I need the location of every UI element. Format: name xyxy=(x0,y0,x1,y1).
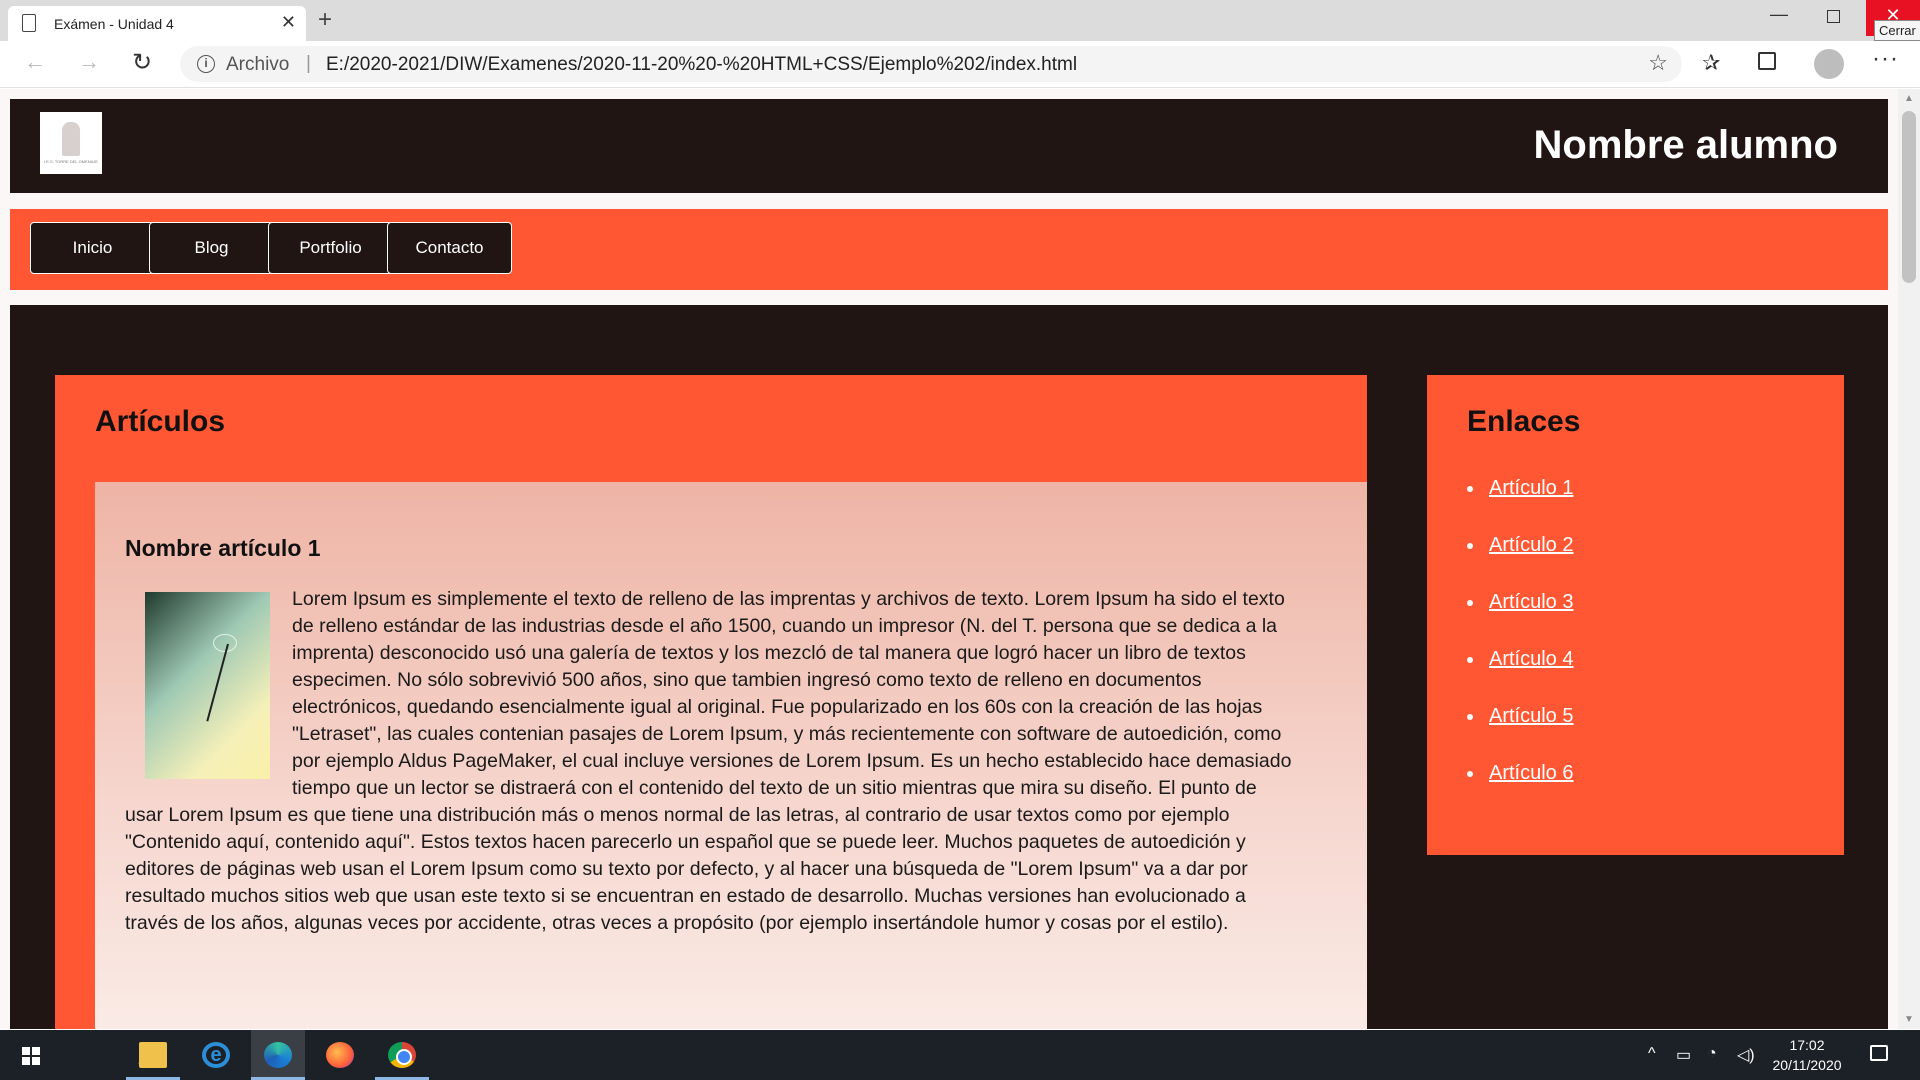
internet-explorer-button[interactable]: e xyxy=(189,1030,243,1080)
browser-tab[interactable]: Exámen - Unidad 4 ✕ xyxy=(8,6,306,41)
link-item: Artículo 1 xyxy=(1467,477,1573,534)
link-articulo-6[interactable]: Artículo 6 xyxy=(1489,762,1573,784)
site-nav: Inicio Blog Portfolio Contacto xyxy=(10,209,1888,290)
collections-icon[interactable] xyxy=(1758,52,1776,70)
article-body: Lorem Ipsum es simplemente el texto de r… xyxy=(125,586,1292,937)
site-header: I.E.S. TORRE DEL OMENAJE Nombre alumno xyxy=(10,99,1888,193)
link-articulo-2[interactable]: Artículo 2 xyxy=(1489,534,1573,556)
stem-shape xyxy=(206,643,229,722)
scroll-down-icon[interactable]: ▼ xyxy=(1904,1014,1914,1025)
logo-caption: I.E.S. TORRE DEL OMENAJE xyxy=(44,159,98,164)
page-viewport: I.E.S. TORRE DEL OMENAJE Nombre alumno I… xyxy=(0,89,1898,1029)
site-title: Nombre alumno xyxy=(1533,123,1838,167)
links-section: Enlaces Artículo 1 Artículo 2 Artículo 3… xyxy=(1427,375,1844,855)
file-explorer-button[interactable] xyxy=(126,1030,180,1080)
link-articulo-4[interactable]: Artículo 4 xyxy=(1489,648,1573,670)
restore-icon[interactable] xyxy=(1827,10,1840,23)
windows-taskbar: e ^ ▭ ◔ ◁) 17:02 20/11/2020 xyxy=(0,1030,1920,1080)
link-item: Artículo 5 xyxy=(1467,705,1573,762)
notification-icon[interactable] xyxy=(1870,1045,1888,1061)
search-button[interactable] xyxy=(62,1030,158,1080)
file-explorer-icon xyxy=(139,1042,167,1068)
nav-portfolio[interactable]: Portfolio xyxy=(268,222,393,274)
link-item: Artículo 4 xyxy=(1467,648,1573,705)
link-articulo-5[interactable]: Artículo 5 xyxy=(1489,705,1573,727)
start-icon xyxy=(22,1047,40,1065)
article-title: Nombre artículo 1 xyxy=(125,535,321,561)
scroll-up-icon[interactable]: ▲ xyxy=(1904,93,1914,104)
links-list: Artículo 1 Artículo 2 Artículo 3 Artícul… xyxy=(1467,477,1573,819)
system-clock[interactable]: 17:02 20/11/2020 xyxy=(1762,1035,1852,1075)
clock-date: 20/11/2020 xyxy=(1772,1057,1842,1073)
link-item: Artículo 3 xyxy=(1467,591,1573,648)
reload-icon[interactable]: ↻ xyxy=(132,48,152,77)
logo-figure xyxy=(62,122,80,156)
page-scrollbar[interactable]: ▲ ▼ xyxy=(1898,89,1920,1029)
main-content: Artículos Nombre artículo 1 Lorem Ipsum … xyxy=(10,305,1888,1029)
scroll-thumb[interactable] xyxy=(1902,111,1916,283)
browser-toolbar: ← → ↻ i Archivo | E:/2020-2021/DIW/Exame… xyxy=(0,41,1920,88)
nav-contacto[interactable]: Contacto xyxy=(387,222,512,274)
chrome-button[interactable] xyxy=(375,1030,429,1080)
links-heading: Enlaces xyxy=(1467,405,1581,438)
firefox-icon xyxy=(326,1042,354,1068)
volume-icon[interactable]: ◁) xyxy=(1737,1045,1755,1065)
internet-explorer-icon: e xyxy=(202,1042,230,1068)
more-icon[interactable]: ··· xyxy=(1872,45,1899,73)
chevron-up-icon[interactable]: ^ xyxy=(1648,1045,1656,1063)
nav-blog[interactable]: Blog xyxy=(149,222,274,274)
info-icon[interactable]: i xyxy=(197,55,215,73)
profile-icon[interactable] xyxy=(1814,49,1844,79)
link-articulo-1[interactable]: Artículo 1 xyxy=(1489,477,1573,499)
address-separator: | xyxy=(306,53,311,74)
close-tab-icon[interactable]: ✕ xyxy=(281,12,296,33)
firefox-button[interactable] xyxy=(313,1030,367,1080)
address-bar[interactable]: i Archivo | E:/2020-2021/DIW/Examenes/20… xyxy=(180,46,1682,82)
chrome-icon xyxy=(388,1042,416,1068)
article-card: Nombre artículo 1 Lorem Ipsum es simplem… xyxy=(95,482,1367,1029)
forward-icon[interactable]: → xyxy=(78,49,100,75)
favorites-icon[interactable]: ✰ xyxy=(1702,50,1720,76)
star-icon[interactable]: ☆ xyxy=(1648,50,1668,76)
wifi-icon[interactable]: ◔ xyxy=(1707,1045,1717,1063)
tab-title: Exámen - Unidad 4 xyxy=(54,16,174,32)
doc-icon xyxy=(22,14,36,32)
address-scheme-label: Archivo xyxy=(226,54,290,75)
new-tab-icon[interactable]: + xyxy=(318,6,332,34)
edge-icon xyxy=(264,1042,292,1068)
minimize-icon[interactable]: — xyxy=(1770,4,1788,25)
article-text: Lorem Ipsum es simplemente el texto de r… xyxy=(125,588,1292,934)
nav-inicio[interactable]: Inicio xyxy=(30,222,155,274)
edge-button[interactable] xyxy=(251,1030,305,1080)
articles-heading: Artículos xyxy=(95,405,226,438)
link-articulo-3[interactable]: Artículo 3 xyxy=(1489,591,1573,613)
battery-icon[interactable]: ▭ xyxy=(1676,1045,1691,1065)
logo[interactable]: I.E.S. TORRE DEL OMENAJE xyxy=(40,112,102,174)
dandelion-image xyxy=(145,592,270,779)
link-item: Artículo 6 xyxy=(1467,762,1573,819)
start-button[interactable] xyxy=(0,1030,54,1080)
link-item: Artículo 2 xyxy=(1467,534,1573,591)
clock-time: 17:02 xyxy=(1789,1037,1825,1053)
close-tooltip: Cerrar xyxy=(1874,20,1920,41)
back-icon[interactable]: ← xyxy=(24,49,46,75)
browser-titlebar: Exámen - Unidad 4 ✕ + — ✕ Cerrar xyxy=(0,0,1920,41)
url-text[interactable]: E:/2020-2021/DIW/Examenes/2020-11-20%20-… xyxy=(326,54,1077,76)
articles-section: Artículos Nombre artículo 1 Lorem Ipsum … xyxy=(55,375,1367,1029)
